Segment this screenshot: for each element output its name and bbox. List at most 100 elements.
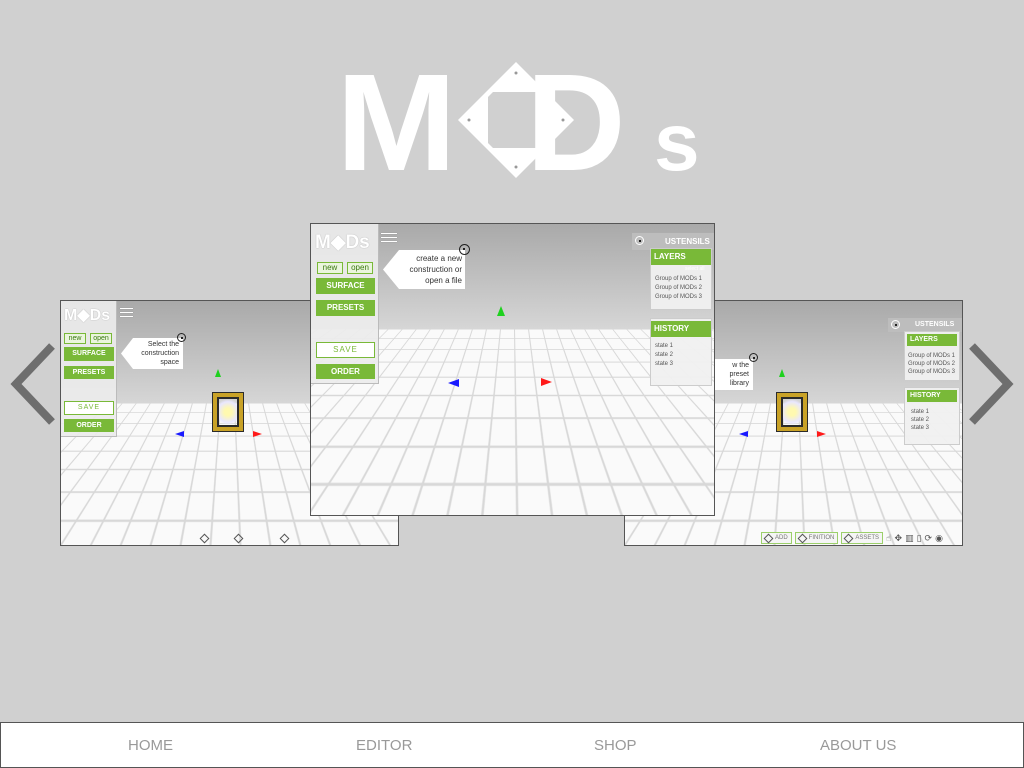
layer-item[interactable]: Group of MODs 1 [655,276,702,282]
move-icon[interactable]: ✥ [623,504,631,514]
save-button[interactable]: SAVE [316,342,375,358]
move-icon[interactable]: ✥ [331,533,339,543]
x-axis-handle[interactable] [253,431,262,437]
editor-left-panel: M◆Ds new open SURFACE PRESETS SAVE ORDER [311,224,397,384]
new-button[interactable]: new [64,333,86,344]
editor-bottom-toolbar: ADD FINITION ASSETS ☝ ✥ ▥ ▯ ⟳ ◉ [761,532,943,544]
layers-section: LAYERS Group of MODs 1 Group of MODs 2 G… [904,331,960,381]
eye-icon[interactable]: ◉ [935,533,943,543]
carousel-slide-center[interactable]: M◆Ds new open SURFACE PRESETS SAVE ORDER… [310,223,715,516]
layer-item[interactable]: Group of MODs 3 [655,294,702,300]
layer-item[interactable]: Group of MODs 3 [908,369,955,375]
history-item[interactable]: state 2 [655,352,673,358]
copy-icon[interactable]: ▯ [353,533,358,543]
editor-logo: M◆Ds [315,232,370,253]
add-tool-button[interactable]: ADD [475,502,520,515]
logo-letter-d: D [526,46,626,200]
logo-letter-s: s [654,97,700,188]
mods-frame-model[interactable] [495,332,529,374]
presets-button[interactable]: PRESETS [64,366,114,379]
finition-tool-button[interactable]: FINITION [523,502,567,515]
history-item[interactable]: state 1 [911,409,929,415]
editor-right-panel: USTENSILS LAYERS Group of MODs 1 Group o… [888,301,962,449]
assets-tool-button[interactable]: ASSETS [277,532,320,544]
history-header[interactable]: HISTORY [907,390,957,402]
chevron-left-icon[interactable] [8,342,58,426]
layer-item[interactable]: Group of MODs 2 [655,285,702,291]
trash-icon[interactable]: ▥ [341,533,350,543]
assets-tool-button[interactable]: ASSETS [841,532,884,544]
y-axis-handle[interactable] [215,369,221,377]
history-item[interactable]: state 1 [655,343,673,349]
nav-item-shop[interactable]: SHOP [594,737,637,754]
trash-icon[interactable]: ▥ [633,504,642,514]
surface-button[interactable]: SURFACE [64,347,114,361]
hand-icon[interactable]: ☝ [322,533,327,543]
tooltip-callout: Select the construction space [121,338,183,369]
mods-logo: M D s [336,54,716,192]
x-axis-handle[interactable] [541,378,552,386]
save-button[interactable]: SAVE [64,401,114,415]
history-item[interactable]: state 3 [655,361,673,367]
open-button[interactable]: open [90,333,112,344]
trash-icon[interactable]: ▥ [905,533,914,543]
main-nav: HOME EDITOR SHOP ABOUT US [0,722,1024,768]
presets-button[interactable]: PRESETS [316,300,375,316]
history-header[interactable]: HISTORY [651,321,711,337]
z-axis-handle[interactable] [175,431,184,437]
hamburger-menu-icon[interactable] [120,308,133,320]
ustensils-icon [891,320,900,329]
tooltip-callout: create a new construction or open a file [383,250,465,289]
z-axis-handle[interactable] [448,379,459,387]
copy-icon[interactable]: ▯ [645,504,650,514]
eye-icon[interactable]: ◉ [663,504,671,514]
mods-frame-model[interactable] [777,393,807,431]
editor-bottom-toolbar: ADD FINITION ASSETS ☝ ✥ ▥ ▯ ⟳ ◉ [475,502,671,515]
layer-item[interactable]: Group of MODs 2 [908,361,955,367]
order-button[interactable]: ORDER [316,364,375,379]
hand-icon[interactable]: ☝ [614,504,619,514]
y-axis-handle[interactable] [497,306,505,316]
layers-header[interactable]: LAYERS [651,249,711,265]
rotate-icon[interactable]: ⟳ [925,533,933,543]
x-axis-handle[interactable] [817,431,826,437]
history-section: HISTORY state 1 state 2 state 3 [904,387,960,445]
eye-icon[interactable]: ◉ [371,533,379,543]
move-target-icon [177,333,186,342]
ustensils-header[interactable]: USTENSILS [888,318,962,332]
assets-tool-button[interactable]: ASSETS [569,502,612,515]
nav-item-about-us[interactable]: ABOUT US [820,737,896,754]
history-item[interactable]: state 3 [911,425,929,431]
z-axis-handle[interactable] [739,431,748,437]
copy-icon[interactable]: ▯ [917,533,922,543]
finition-tool-button[interactable]: FINITION [230,532,275,544]
y-axis-handle[interactable] [779,369,785,377]
finition-tool-button[interactable]: FINITION [794,532,839,544]
logo-letter-m: M [336,46,457,200]
new-button[interactable]: new [317,262,343,274]
add-tool-button[interactable]: ADD [761,532,792,544]
select-all-link[interactable]: select all [685,266,704,272]
mods-frame-model[interactable] [213,393,243,431]
editor-right-panel: USTENSILS LAYERS select all Group of MOD… [628,224,714,388]
order-button[interactable]: ORDER [64,419,114,432]
history-item[interactable]: state 2 [911,417,929,423]
editor-logo: M◆Ds [64,307,111,324]
nav-item-editor[interactable]: EDITOR [356,737,412,754]
hamburger-menu-icon[interactable] [381,233,397,245]
hand-icon[interactable]: ☝ [886,533,891,543]
rotate-icon[interactable]: ⟳ [653,504,661,514]
chevron-right-icon[interactable] [966,342,1016,426]
layers-header[interactable]: LAYERS [907,334,957,346]
move-icon[interactable]: ✥ [895,533,903,543]
move-target-icon [749,353,758,362]
nav-item-home[interactable]: HOME [128,737,173,754]
add-tool-button[interactable]: ADD [197,532,228,544]
rotate-icon[interactable]: ⟳ [361,533,369,543]
ustensils-icon [635,236,644,245]
move-target-icon [459,244,470,255]
history-section: HISTORY state 1 state 2 state 3 [650,318,712,386]
surface-button[interactable]: SURFACE [316,278,375,294]
layer-item[interactable]: Group of MODs 1 [908,353,955,359]
open-button[interactable]: open [347,262,373,274]
